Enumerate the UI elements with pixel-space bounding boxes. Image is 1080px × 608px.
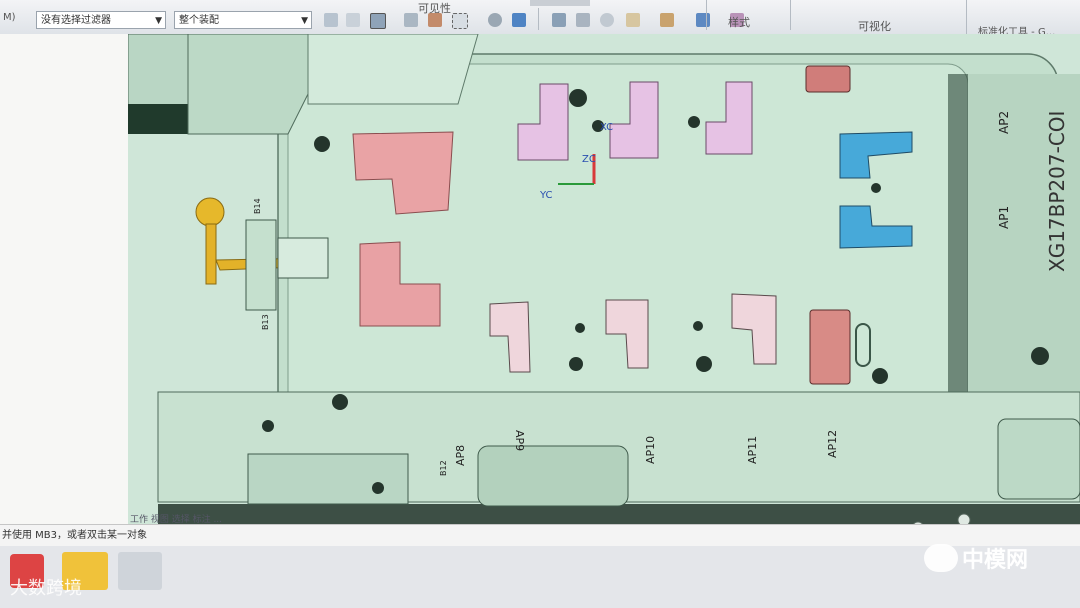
- box-select-icon[interactable]: [370, 13, 386, 29]
- bottom-left-pocket: [247, 453, 409, 505]
- assembly-scope-dropdown[interactable]: 整个装配 ▼: [174, 11, 312, 29]
- axis-yc-label: YC: [539, 190, 553, 201]
- point-icon[interactable]: [404, 13, 418, 27]
- label-b13: B13: [261, 314, 270, 330]
- salmon-block-right: [809, 309, 851, 385]
- label-ap11: AP11: [746, 436, 759, 464]
- label-ap10: AP10: [644, 436, 657, 464]
- label-ap9: AP9: [513, 430, 526, 451]
- group-visibility-caption: 可见性: [418, 2, 451, 15]
- assembly-scope-value: 整个装配: [179, 15, 219, 26]
- label-ap12: AP12: [826, 430, 839, 458]
- render-icon[interactable]: [660, 13, 674, 27]
- label-b14: B14: [253, 198, 262, 214]
- ribbon-tab-highlight: [530, 0, 590, 6]
- selection-filter-dropdown[interactable]: 没有选择过滤器 ▼: [36, 11, 166, 29]
- label-ap8: AP8: [454, 445, 467, 466]
- zoom-icon[interactable]: [552, 13, 566, 27]
- pan-icon[interactable]: [576, 13, 590, 27]
- solid-icon[interactable]: [488, 13, 502, 27]
- status-bar: 并使用 MB3，或者双击某一对象: [0, 524, 1080, 546]
- insert-slot: [277, 237, 329, 279]
- watermark-left: 大数跨境: [10, 578, 82, 599]
- axis-xc-label: XC: [600, 122, 613, 133]
- selection-filter-value: 没有选择过滤器: [41, 15, 111, 26]
- bottom-right-pocket: [997, 418, 1080, 500]
- insert-block: [245, 219, 277, 311]
- rotate-icon[interactable]: [600, 13, 614, 27]
- right-wall: [948, 74, 968, 424]
- window-thumb[interactable]: [118, 552, 162, 590]
- separator: [706, 0, 707, 30]
- bottom-pocket: [477, 445, 629, 507]
- view-cube-icon[interactable]: [696, 13, 710, 27]
- model-drawing[interactable]: XC YC ZC AP2 AP1 XG17BP207-COI AP8 AP9 A…: [128, 34, 1080, 534]
- separator: [538, 8, 539, 30]
- taskbar: [0, 546, 1080, 608]
- watermark-right: 中模网: [962, 548, 1029, 573]
- top-block: [307, 34, 479, 105]
- group-style-caption: 样式: [728, 16, 750, 29]
- cad-viewport[interactable]: XC YC ZC AP2 AP1 XG17BP207-COI AP8 AP9 A…: [128, 34, 1080, 534]
- cube-icon[interactable]: [512, 13, 526, 27]
- chevron-down-icon: ▼: [301, 16, 308, 26]
- chevron-down-icon: ▼: [155, 16, 162, 26]
- salmon-block-top: [805, 65, 851, 93]
- prompt-line: 工作 视图 选择 标注 ...: [130, 515, 223, 525]
- group-visualize-caption: 可视化: [858, 20, 891, 33]
- snap-icon[interactable]: [346, 13, 360, 27]
- select-icon[interactable]: [324, 13, 338, 27]
- main-toolbar: M) 没有选择过滤器 ▼ 整个装配 ▼ 可见性 样式 可视化 标准化工具 - G…: [0, 0, 1080, 38]
- label-b12: B12: [439, 460, 448, 476]
- menu-stub[interactable]: M): [3, 12, 16, 23]
- left-panel: [0, 34, 129, 524]
- status-message: 并使用 MB3，或者双击某一对象: [2, 530, 148, 541]
- label-ap1: AP1: [997, 206, 1011, 229]
- separator: [790, 0, 791, 30]
- separator: [966, 0, 967, 34]
- yellow-round: [195, 197, 225, 227]
- yellow-stem: [205, 223, 217, 285]
- part-number: XG17BP207-COI: [1045, 111, 1069, 272]
- label-ap2: AP2: [997, 111, 1011, 134]
- axis-zc-label: ZC: [582, 154, 596, 165]
- wechat-icon: [924, 544, 958, 572]
- lasso-icon[interactable]: [452, 13, 468, 29]
- grid-icon[interactable]: [626, 13, 640, 27]
